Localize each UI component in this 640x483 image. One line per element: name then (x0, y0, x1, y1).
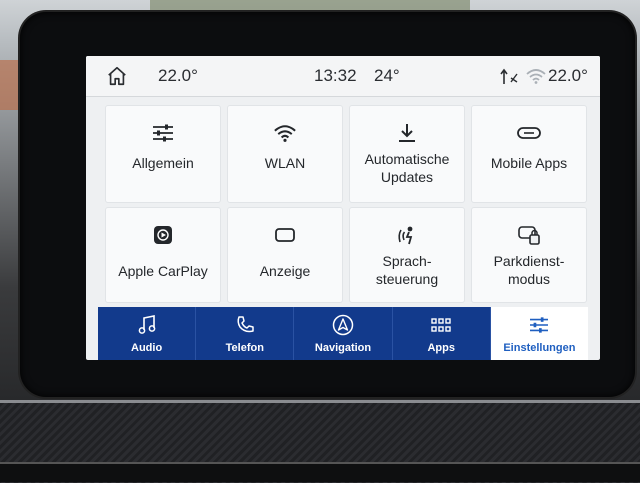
tile-label: Automatische Updates (364, 151, 450, 185)
tile-anzeige[interactable]: Anzeige (228, 208, 342, 302)
dashboard-edge (0, 462, 640, 482)
infotainment-screen: 22.0° 13:32 24° 22.0° Allgemein WLAN Aut… (86, 56, 600, 360)
right-temperature: 22.0° (548, 66, 588, 85)
sliders-icon (528, 314, 550, 336)
tile-label: Parkdienst- modus (493, 253, 565, 287)
status-bar: 22.0° 13:32 24° 22.0° (86, 56, 600, 97)
nav-label: Einstellungen (503, 342, 576, 354)
navigation-icon (332, 314, 354, 336)
clock: 13:32 (314, 66, 357, 85)
nav-label: Apps (427, 342, 455, 354)
nav-einstellungen[interactable]: Einstellungen (489, 307, 589, 360)
cabin-temperature: 24° (374, 66, 400, 85)
carplay-icon (150, 222, 176, 248)
settings-grid: Allgemein WLAN Automatische Updates Mobi… (86, 98, 600, 304)
tile-allgemein[interactable]: Allgemein (106, 106, 220, 202)
download-icon (394, 120, 420, 146)
nav-label: Audio (131, 342, 163, 354)
music-note-icon (136, 314, 158, 336)
bottom-navigation: Audio Telefon Navigation Apps Einstellun… (98, 307, 589, 360)
nav-label: Telefon (225, 342, 264, 354)
tile-parkdienstmodus[interactable]: Parkdienst- modus (472, 208, 586, 302)
mobile-apps-icon (516, 120, 542, 146)
nav-apps[interactable]: Apps (391, 307, 490, 360)
lock-screen-icon (516, 222, 542, 248)
nav-navigation[interactable]: Navigation (293, 307, 391, 360)
tile-sprachsteuerung[interactable]: Sprach- steuerung (350, 208, 464, 302)
tile-automatische-updates[interactable]: Automatische Updates (350, 106, 464, 202)
nav-label: Navigation (314, 342, 372, 354)
phone-icon (234, 314, 256, 336)
tile-label: Mobile Apps (490, 155, 568, 171)
wifi-icon (272, 120, 298, 146)
tile-label: Allgemein (132, 155, 194, 171)
wifi-icon (526, 69, 546, 84)
nav-telefon[interactable]: Telefon (195, 307, 293, 360)
sliders-icon (150, 120, 176, 146)
tile-label: Sprach- steuerung (375, 253, 439, 287)
tile-label: Anzeige (259, 263, 311, 279)
tile-label: Apple CarPlay (118, 263, 208, 279)
tile-mobile-apps[interactable]: Mobile Apps (472, 106, 586, 202)
nav-audio[interactable]: Audio (98, 307, 195, 360)
tile-apple-carplay[interactable]: Apple CarPlay (106, 208, 220, 302)
apps-grid-icon (430, 314, 452, 336)
tile-wlan[interactable]: WLAN (228, 106, 342, 202)
fan-arrows-icon (500, 68, 518, 84)
outside-temperature: 22.0° (158, 66, 198, 85)
display-icon (272, 222, 298, 248)
home-icon[interactable] (106, 65, 128, 87)
voice-icon (394, 222, 420, 248)
tile-label: WLAN (264, 155, 306, 171)
